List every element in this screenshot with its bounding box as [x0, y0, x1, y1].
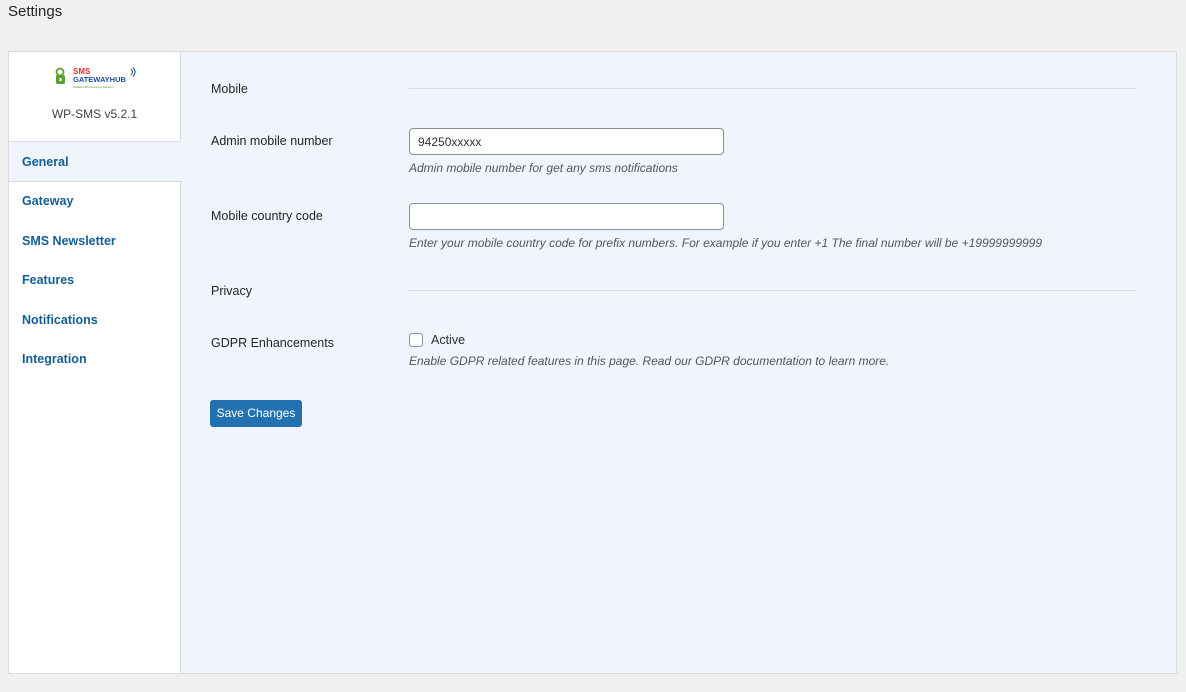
sidebar: SMS GATEWAYHUB Reliable SMS Messaging So…	[9, 52, 182, 673]
admin-mobile-input[interactable]	[409, 128, 724, 155]
admin-mobile-label: Admin mobile number	[211, 134, 333, 148]
nav-item-notifications[interactable]: Notifications	[9, 301, 180, 341]
page-title: Settings	[8, 3, 63, 20]
sms-gateway-hub-logo: SMS GATEWAYHUB Reliable SMS Messaging So…	[55, 67, 136, 89]
gdpr-active-label[interactable]: Active	[431, 333, 465, 347]
brand-header: SMS GATEWAYHUB Reliable SMS Messaging So…	[9, 52, 180, 142]
nav-item-gateway[interactable]: Gateway	[9, 182, 180, 222]
section-title-mobile: Mobile	[211, 82, 248, 96]
country-code-input[interactable]	[409, 203, 724, 230]
settings-content: Mobile Admin mobile number Admin mobile …	[181, 52, 1176, 673]
country-code-label: Mobile country code	[211, 209, 323, 223]
section-divider	[409, 290, 1136, 291]
nav-item-features[interactable]: Features	[9, 261, 180, 301]
settings-nav: General Gateway SMS Newsletter Features …	[9, 142, 182, 380]
section-divider	[409, 88, 1136, 89]
svg-text:GATEWAYHUB: GATEWAYHUB	[73, 75, 127, 84]
gdpr-active-checkbox[interactable]	[409, 333, 423, 347]
admin-mobile-description: Admin mobile number for get any sms noti…	[409, 161, 678, 175]
nav-item-integration[interactable]: Integration	[9, 340, 180, 380]
nav-item-general[interactable]: General	[9, 142, 182, 182]
nav-item-sms-newsletter[interactable]: SMS Newsletter	[9, 222, 180, 262]
settings-panel: SMS GATEWAYHUB Reliable SMS Messaging So…	[8, 51, 1177, 674]
section-title-privacy: Privacy	[211, 284, 252, 298]
gdpr-description: Enable GDPR related features in this pag…	[409, 354, 890, 368]
svg-text:Reliable SMS Messaging Solutio: Reliable SMS Messaging Solutions	[73, 85, 114, 89]
save-changes-button[interactable]: Save Changes	[210, 400, 302, 427]
gdpr-label: GDPR Enhancements	[211, 336, 334, 350]
country-code-description: Enter your mobile country code for prefi…	[409, 236, 1043, 250]
plugin-version: WP-SMS v5.2.1	[51, 107, 138, 121]
